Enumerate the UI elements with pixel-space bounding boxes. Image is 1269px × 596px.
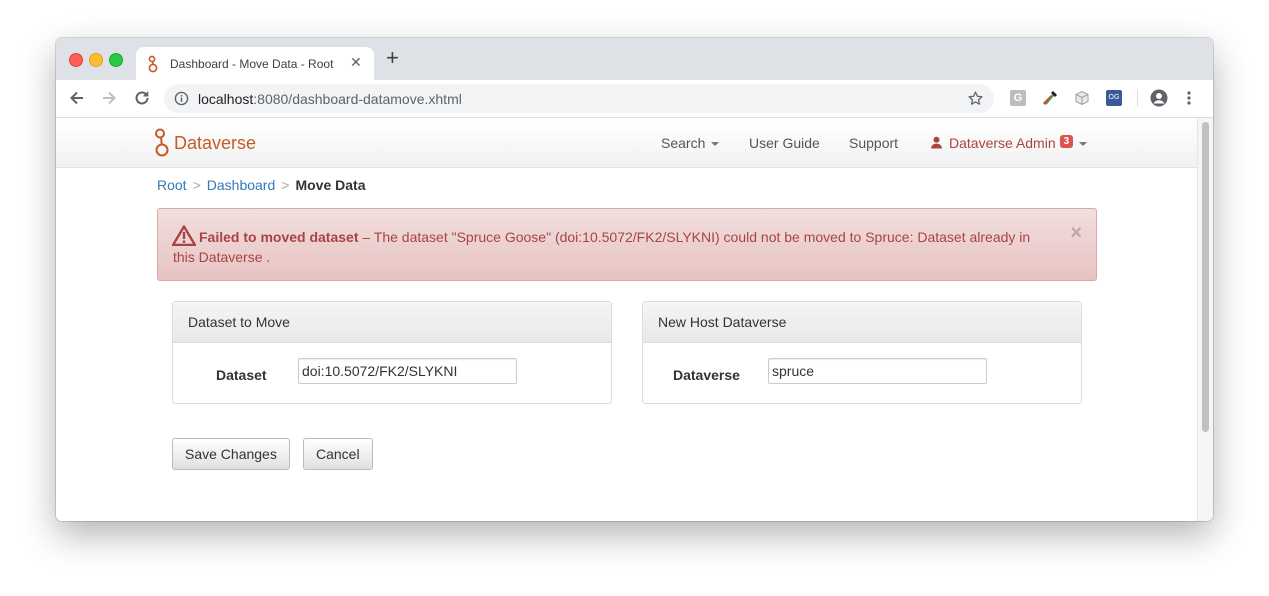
error-alert: Failed to moved dataset – The dataset "S… [157,208,1097,281]
dataverse-panel: New Host Dataverse Dataverse [642,301,1082,404]
user-icon [930,136,943,152]
toolbar-divider [1137,89,1138,107]
breadcrumb-root-link[interactable]: Root [157,177,187,193]
new-tab-button[interactable]: + [386,47,399,69]
extension-og-icon[interactable]: OG [1106,90,1122,106]
user-name: Dataverse Admin [949,135,1056,151]
dataset-panel-heading: Dataset to Move [173,302,611,343]
url-path: :8080/dashboard-datamove.xhtml [253,91,462,107]
scrollbar-thumb[interactable] [1202,122,1209,432]
chevron-down-icon [711,142,720,147]
save-changes-button[interactable]: Save Changes [172,438,290,470]
reload-icon[interactable] [133,89,151,112]
address-bar[interactable]: localhost:8080/dashboard-datamove.xhtml [164,84,994,113]
browser-tab[interactable]: Dashboard - Move Data - Root ✕ [136,47,374,80]
site-info-icon[interactable] [174,91,189,111]
alert-title: Failed to moved dataset [199,229,359,245]
tab-close-icon[interactable]: ✕ [350,54,362,71]
browser-toolbar: localhost:8080/dashboard-datamove.xhtml … [56,80,1213,118]
breadcrumb-dashboard-link[interactable]: Dashboard [207,177,276,193]
dataverse-label: Dataverse [673,367,740,383]
dataset-input[interactable] [298,358,517,384]
breadcrumb: Root > Dashboard > Move Data [157,177,365,193]
notification-badge: 3 [1059,135,1074,148]
bookmark-star-icon[interactable] [967,90,984,112]
dataverse-logo-icon [154,128,170,163]
user-account-dropdown[interactable]: Dataverse Admin 3 [930,135,1088,152]
close-window-button[interactable] [69,53,83,67]
chevron-down-icon [1079,142,1088,147]
browser-menu-icon[interactable] [1186,90,1202,106]
alert-close-button[interactable]: × [1070,223,1082,243]
browser-window: Dashboard - Move Data - Root ✕ + localho… [56,38,1213,521]
page-scrollbar[interactable] [1197,118,1213,521]
extension-g-icon[interactable]: G [1010,90,1026,106]
search-label: Search [661,135,706,151]
breadcrumb-current: Move Data [295,177,366,193]
extension-cube-icon[interactable] [1074,90,1090,106]
breadcrumb-separator: > [192,177,201,193]
minimize-window-button[interactable] [89,53,103,67]
dataset-panel: Dataset to Move Dataset [172,301,612,404]
zoom-window-button[interactable] [109,53,123,67]
dataverse-panel-heading: New Host Dataverse [643,302,1081,343]
breadcrumb-separator: > [281,177,290,193]
search-dropdown[interactable]: Search [661,135,720,151]
user-guide-link[interactable]: User Guide [749,135,820,151]
site-navbar: Dataverse Search User Guide Support Data… [56,118,1197,168]
page-content: Dataverse Search User Guide Support Data… [56,118,1197,521]
alert-message: Failed to moved dataset – The dataset "S… [173,227,1053,267]
url-text: localhost:8080/dashboard-datamove.xhtml [198,91,462,107]
dataverse-favicon-icon [147,55,159,78]
forward-arrow-icon[interactable] [100,89,118,112]
url-host: localhost [198,91,254,107]
back-arrow-icon[interactable] [68,89,86,112]
dataset-label: Dataset [216,367,267,383]
dataverse-input[interactable] [768,358,987,384]
extension-color-picker-icon[interactable] [1042,90,1058,106]
tab-title: Dashboard - Move Data - Root [170,57,334,71]
cancel-button[interactable]: Cancel [303,438,373,470]
support-link[interactable]: Support [849,135,898,151]
tab-strip: Dashboard - Move Data - Root ✕ + [56,38,1213,80]
profile-avatar-icon[interactable] [1150,89,1168,107]
brand-name: Dataverse [174,133,257,153]
